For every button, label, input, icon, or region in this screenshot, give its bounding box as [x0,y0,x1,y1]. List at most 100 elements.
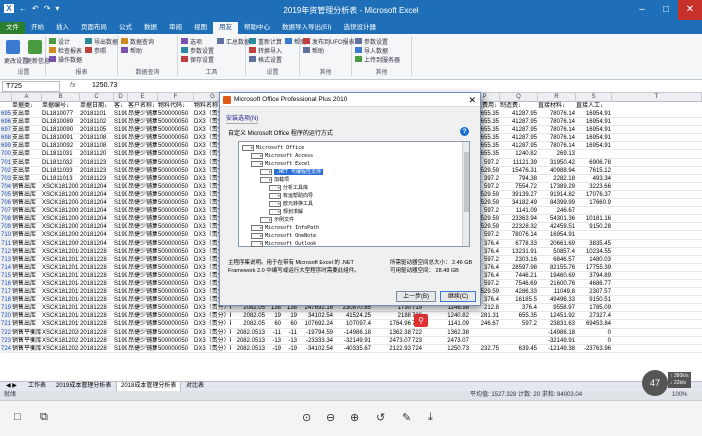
cell[interactable]: -40335.67 [334,345,371,353]
cell[interactable]: 41287.95 [500,126,537,134]
cell[interactable]: S199 [114,337,127,345]
cell[interactable]: XSCK1812016 [42,296,79,304]
cell[interactable]: -34102.54 [298,345,333,353]
cell[interactable]: 20181105 [80,126,113,134]
ribbon-button[interactable]: 参数设置 [190,46,214,55]
cell[interactable]: 376.4 [500,304,537,312]
install-option-dropdown-icon[interactable]: ▾ [251,224,263,231]
cell[interactable]: 281.31 [470,312,499,320]
cell[interactable]: 6846.57 [538,256,575,264]
column-header[interactable]: R [538,93,576,102]
cell[interactable]: 78076.14 [538,134,575,142]
table-row[interactable]: 720销售出库XSCK181201820181228S199昂捷少铺集团5000… [0,312,702,321]
cell[interactable]: 2303.16 [500,256,537,264]
cell[interactable]: 销售出库 [12,215,41,223]
cell[interactable]: 6906.78 [576,159,611,167]
install-option-dropdown-icon[interactable]: ▾ [251,160,263,167]
cell[interactable]: 6778.33 [500,240,537,248]
row-number[interactable]: 712 [0,247,12,256]
row-number[interactable]: 698 [0,134,12,143]
cell[interactable]: 20181228 [80,288,113,296]
tree-node[interactable]: ▾ 分析工具库 [269,184,308,192]
column-header[interactable]: E [128,93,158,102]
cell[interactable]: 41287.95 [500,110,537,118]
cell[interactable]: 昂捷少铺集团 [128,280,157,288]
cell[interactable]: XSCK1812007 [42,223,79,231]
header-cell[interactable]: 直接人工↓ [576,102,612,110]
cell[interactable]: 20661.69 [538,240,575,248]
cell[interactable]: S199 [114,118,127,126]
cell[interactable]: 500000050 [158,110,193,118]
cell[interactable]: 500000050 [158,231,193,239]
row-number[interactable]: 704 [0,182,12,191]
cell[interactable]: 78076.14 [538,110,575,118]
cell[interactable]: 17389.29 [538,183,575,191]
tree-scrollbar[interactable] [462,142,469,246]
cell[interactable]: 昂捷少铺集团 [128,167,157,175]
cell[interactable]: 4286.33 [500,288,537,296]
cell[interactable]: 昂捷少铺集团 [128,329,157,337]
cell[interactable]: XSCK1812004 [42,199,79,207]
cell[interactable]: 20181228 [80,256,113,264]
cell[interactable]: 支出单 [12,175,41,183]
cell[interactable]: 昂捷少铺集团 [128,150,157,158]
tree-node[interactable]: ▾ 有运帮助向导 [269,192,313,200]
row-number[interactable]: 721 [0,320,12,329]
cell[interactable]: 1480.03 [576,256,611,264]
cell[interactable]: 20181228 [80,304,113,312]
cell[interactable]: XSCK1812020 [42,329,79,337]
cell[interactable]: 1240.82 [500,150,537,158]
cell[interactable]: 500000050 [158,240,193,248]
cell[interactable]: XSCK1812011 [42,256,79,264]
cell[interactable]: 销售出库 [12,320,41,328]
cell[interactable]: 昂捷少铺集团 [128,337,157,345]
cell[interactable]: 销售出库 [12,223,41,231]
cell[interactable]: S199 [114,312,127,320]
cell[interactable]: 41287.95 [500,134,537,142]
cell[interactable]: 昂捷少铺集团 [128,296,157,304]
cell[interactable]: 支出单 [12,110,41,118]
ribbon-tab[interactable]: 数据导入导出(EI) [276,22,337,34]
scrollbar-thumb[interactable] [464,152,469,212]
install-option-dropdown-icon[interactable]: ▾ [242,144,254,151]
cell[interactable]: 昂捷少铺集团 [128,272,157,280]
cell[interactable]: DL1810091 [42,134,79,142]
select-all-corner[interactable] [0,93,12,102]
cell[interactable]: 昂捷少铺集团 [128,256,157,264]
cell[interactable]: 2473.07 [372,337,411,345]
viewer-tool-icon[interactable]: ⊙ [302,411,311,424]
cell[interactable]: 13231.91 [500,248,537,256]
cell[interactable]: 655.35 [500,312,537,320]
cell[interactable]: 500000050 [158,142,193,150]
cell[interactable]: S199 [114,329,127,337]
cell[interactable]: DX3（责分）PCS [194,329,231,337]
cell[interactable]: S199 [114,240,127,248]
cell[interactable]: 销售出库 [12,191,41,199]
cell[interactable]: 500000050 [158,159,193,167]
ribbon-tab[interactable]: 文件 [0,22,25,34]
back-button[interactable]: 上一步(B) [396,291,436,302]
cell[interactable]: 16954.91 [576,142,611,150]
ribbon-button[interactable]: 参数设置 [364,37,388,46]
cell[interactable]: 500000050 [158,296,193,304]
header-cell[interactable]: 单据日期↓ [80,102,114,110]
cell[interactable]: 500000050 [158,150,193,158]
cell[interactable]: S199 [114,159,127,167]
cell[interactable]: 销售平衡库 [12,337,41,345]
cell[interactable]: 3794.89 [576,272,611,280]
cell[interactable]: 1141.09 [440,320,469,328]
tab-install-options[interactable]: 安装选项(N) [226,113,259,124]
column-header[interactable]: D [114,93,128,102]
cell[interactable]: 16954.91 [576,118,611,126]
table-row[interactable]: 722销售平衡库XSCK181202020181228S199昂捷少铺集团500… [0,328,702,337]
cell[interactable]: 722 [412,329,439,337]
cell[interactable]: 500000050 [158,191,193,199]
cell[interactable]: 昂捷少铺集团 [128,183,157,191]
cell[interactable]: 销售出库 [12,183,41,191]
install-option-dropdown-icon[interactable]: ▾ [260,216,272,223]
ribbon-tab[interactable]: 开始 [25,22,50,34]
cell[interactable]: 销售出库 [12,231,41,239]
ribbon-button[interactable]: 导入数据 [364,46,388,55]
cell[interactable]: 500000050 [158,126,193,134]
cell[interactable]: 销售出库 [12,256,41,264]
